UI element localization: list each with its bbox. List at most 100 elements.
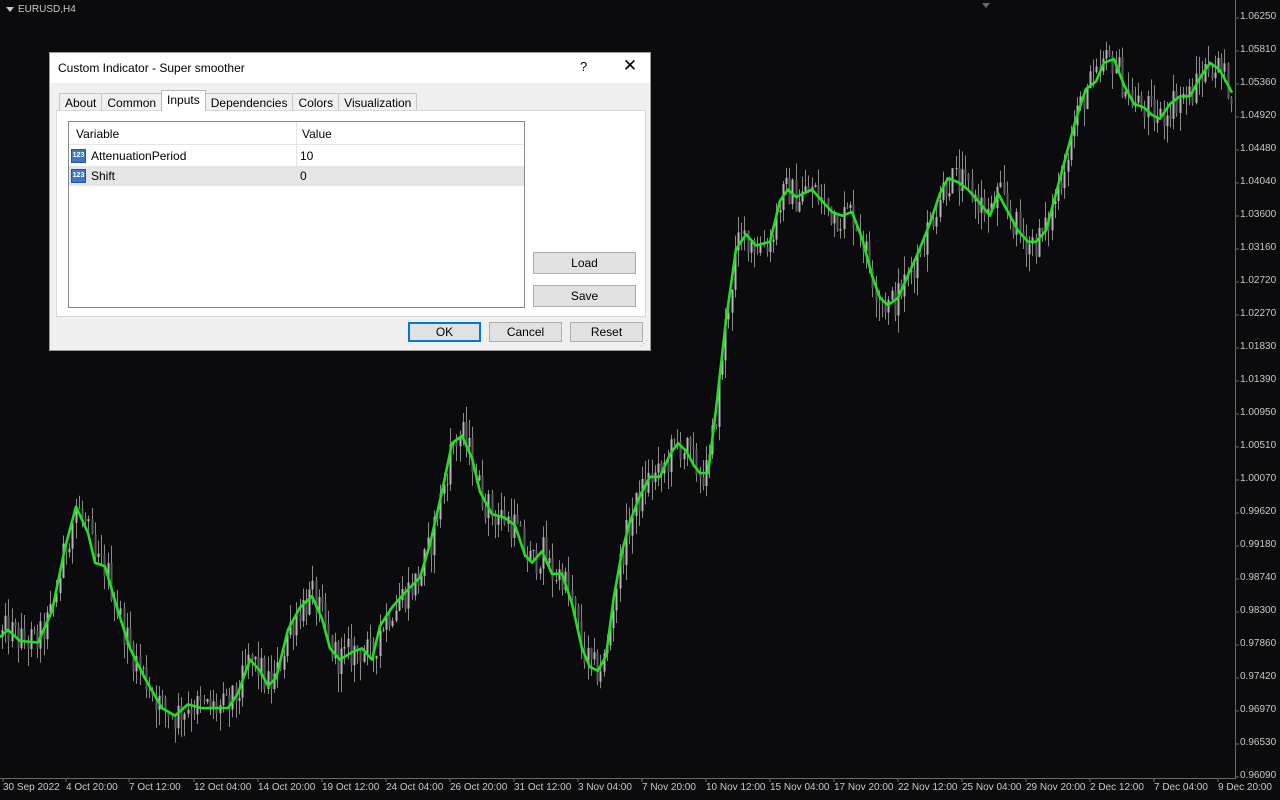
chart-symbol-label[interactable]: EURUSD,H4	[6, 4, 76, 15]
time-tick-label: 14 Oct 20:00	[258, 782, 316, 793]
candle-body	[311, 580, 314, 590]
tab-inputs[interactable]: Inputs	[161, 90, 206, 111]
candle-body	[971, 180, 974, 202]
variable-column-header[interactable]: Variable	[76, 127, 119, 141]
candle-body	[379, 630, 382, 657]
candle-body	[1086, 88, 1089, 110]
tab-colors[interactable]: Colors	[292, 93, 340, 111]
tab-about[interactable]: About	[59, 93, 103, 111]
candle-body	[772, 239, 775, 242]
candle-body	[1124, 91, 1127, 97]
candle-body	[1223, 63, 1226, 72]
price-tick-label: 1.05810	[1240, 44, 1277, 55]
candle-body	[347, 638, 350, 648]
candle-body	[913, 270, 916, 279]
time-tick-label: 7 Nov 20:00	[642, 782, 696, 793]
inputs-grid[interactable]: Variable Value 123 AttenuationPeriod 10 …	[68, 121, 525, 308]
time-tick-label: 17 Nov 20:00	[834, 782, 894, 793]
candle-body	[958, 168, 961, 192]
value-column-header[interactable]: Value	[302, 127, 332, 141]
save-button[interactable]: Save	[533, 285, 636, 307]
candle-body	[743, 230, 746, 234]
candle-body	[516, 514, 519, 524]
candle-body	[622, 553, 625, 565]
candle-body	[369, 639, 372, 642]
candle-body	[1063, 171, 1066, 189]
reset-button[interactable]: Reset	[570, 322, 643, 342]
load-button[interactable]: Load	[533, 252, 636, 274]
candle-body	[657, 463, 660, 473]
candle-body	[1105, 50, 1108, 59]
tab-dependencies[interactable]: Dependencies	[204, 93, 294, 111]
price-tick-label: 1.04040	[1240, 176, 1277, 187]
help-button[interactable]: ?	[580, 59, 587, 74]
candle-body	[478, 475, 481, 481]
candle-body	[1214, 72, 1217, 78]
candle-body	[7, 615, 10, 642]
time-tick-label: 22 Nov 12:00	[898, 782, 958, 793]
time-tick-label: 29 Nov 20:00	[1026, 782, 1086, 793]
time-tick-label: 12 Oct 04:00	[194, 782, 252, 793]
candle-body	[1150, 96, 1153, 99]
dialog-titlebar[interactable]: Custom Indicator - Super smoother ? ✕	[50, 53, 650, 83]
resize-grip-icon[interactable]: ⋰	[640, 340, 648, 348]
candle-body	[20, 628, 23, 649]
tab-visualization[interactable]: Visualization	[338, 93, 418, 111]
tab-common[interactable]: Common	[101, 93, 163, 111]
candle-body	[551, 558, 554, 581]
candle-body	[340, 648, 343, 675]
variable-value[interactable]: 10	[300, 149, 313, 163]
input-row-attenuation-period[interactable]: 123 AttenuationPeriod 10	[69, 146, 524, 166]
candle-body	[535, 549, 538, 574]
candle-body	[740, 232, 743, 234]
candle-body	[894, 290, 897, 316]
candle-body	[91, 519, 94, 535]
time-tick-label: 30 Sep 2022	[3, 782, 60, 793]
candle-body	[571, 590, 574, 599]
dropdown-triangle-icon[interactable]	[6, 7, 14, 12]
candle-body	[251, 654, 254, 660]
ok-button[interactable]: OK	[408, 322, 481, 342]
candle-body	[30, 629, 33, 650]
candle-body	[939, 199, 942, 217]
variable-value[interactable]: 0	[300, 169, 307, 183]
candle-body	[94, 534, 97, 558]
candle-body	[238, 697, 241, 701]
input-row-shift[interactable]: 123 Shift 0	[69, 166, 524, 186]
candle-body	[388, 613, 391, 626]
price-tick-label: 0.97420	[1240, 671, 1277, 682]
candle-body	[555, 580, 558, 582]
candle-body	[699, 474, 702, 478]
candle-body	[1095, 66, 1098, 72]
price-tick-label: 1.02270	[1240, 308, 1277, 319]
price-tick-label: 1.04920	[1240, 110, 1277, 121]
candle-body	[948, 193, 951, 197]
candle-body	[593, 652, 596, 660]
candle-body	[596, 652, 599, 682]
candle-body	[731, 289, 734, 313]
symbol-text: EURUSD,H4	[18, 4, 76, 15]
candle-body	[673, 439, 676, 441]
candle-body	[187, 709, 190, 714]
candle-body	[324, 602, 327, 625]
time-tick-label: 10 Nov 12:00	[706, 782, 766, 793]
candle-body	[142, 667, 145, 669]
candle-body	[1092, 71, 1095, 73]
candle-body	[641, 478, 644, 512]
inputs-tab-panel: Variable Value 123 AttenuationPeriod 10 …	[56, 110, 646, 317]
cancel-button[interactable]: Cancel	[489, 322, 562, 342]
candle-body	[1166, 115, 1169, 127]
candle-body	[891, 290, 894, 300]
price-tick-label: 1.02720	[1240, 275, 1277, 286]
time-tick-label: 7 Oct 12:00	[129, 782, 181, 793]
candle-body	[967, 173, 970, 181]
price-tick-label: 1.03160	[1240, 242, 1277, 253]
candle-body	[446, 484, 449, 486]
scroll-marker-icon[interactable]	[982, 3, 990, 8]
candle-body	[398, 600, 401, 611]
candle-body	[532, 549, 535, 551]
candle-body	[999, 182, 1002, 187]
close-button[interactable]: ✕	[622, 56, 638, 76]
candle-body	[382, 629, 385, 631]
candle-body	[283, 656, 286, 670]
